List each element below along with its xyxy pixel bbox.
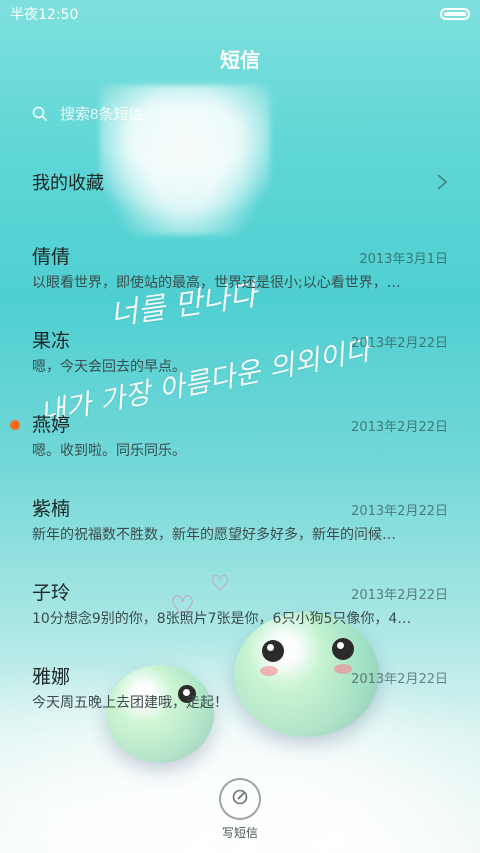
message-preview: 嗯。收到啦。同乐同乐。 <box>32 443 186 459</box>
message-preview: 嗯，今天会回去的早点。 <box>32 359 186 375</box>
message-date: 2013年2月22日 <box>351 420 448 435</box>
search-bar[interactable] <box>32 98 448 130</box>
conversation-item[interactable]: 燕婷 2013年2月22日 嗯。收到啦。同乐同乐。 <box>0 404 480 488</box>
battery-icon <box>440 8 470 20</box>
message-date: 2013年2月22日 <box>351 504 448 519</box>
message-date: 2013年3月1日 <box>359 252 448 267</box>
compose-button[interactable] <box>219 778 261 820</box>
conversation-item[interactable]: 子玲 2013年2月22日 10分想念9别的你，8张照片7张是你，6只小狗5只像… <box>0 572 480 656</box>
search-input[interactable] <box>58 104 422 124</box>
search-icon <box>32 106 48 122</box>
compose-label: 写短信 <box>221 826 258 840</box>
status-bar: 半夜12:50 <box>0 0 480 28</box>
contact-name: 雅娜 <box>32 666 71 688</box>
conversation-item[interactable]: 倩倩 2013年3月1日 以眼看世界，即使站的最高，世界还是很小;以心看世界，… <box>0 236 480 320</box>
contact-name: 紫楠 <box>32 498 71 520</box>
page-title: 短信 <box>220 47 260 72</box>
message-preview: 新年的祝福数不胜数，新年的愿望好多好多，新年的问候… <box>32 527 396 543</box>
message-date: 2013年2月22日 <box>351 588 448 603</box>
favorites-row[interactable]: 我的收藏 <box>32 158 448 206</box>
message-preview: 10分想念9别的你，8张照片7张是你，6只小狗5只像你，4… <box>32 611 412 627</box>
message-date: 2013年2月22日 <box>351 336 448 351</box>
conversation-item[interactable]: 果冻 2013年2月22日 嗯，今天会回去的早点。 <box>0 320 480 404</box>
chevron-right-icon <box>436 173 448 191</box>
contact-name: 果冻 <box>32 330 71 352</box>
conversation-item[interactable]: 紫楠 2013年2月22日 新年的祝福数不胜数，新年的愿望好多好多，新年的问候… <box>0 488 480 572</box>
contact-name: 燕婷 <box>32 414 71 436</box>
compose-area: 写短信 <box>0 778 480 848</box>
status-time: 半夜12:50 <box>10 7 79 23</box>
conversation-list: 倩倩 2013年3月1日 以眼看世界，即使站的最高，世界还是很小;以心看世界，…… <box>0 236 480 740</box>
conversation-item[interactable]: 雅娜 2013年2月22日 今天周五晚上去团建哦，走起！ <box>0 656 480 740</box>
message-preview: 今天周五晚上去团建哦，走起！ <box>32 695 228 711</box>
app-header: 短信 <box>0 28 480 88</box>
message-preview: 以眼看世界，即使站的最高，世界还是很小;以心看世界，… <box>32 275 401 291</box>
message-date: 2013年2月22日 <box>351 672 448 687</box>
compose-pen-icon <box>230 787 250 811</box>
favorites-label: 我的收藏 <box>32 173 104 194</box>
contact-name: 子玲 <box>32 582 71 604</box>
contact-name: 倩倩 <box>32 246 71 268</box>
unread-indicator <box>10 420 20 430</box>
